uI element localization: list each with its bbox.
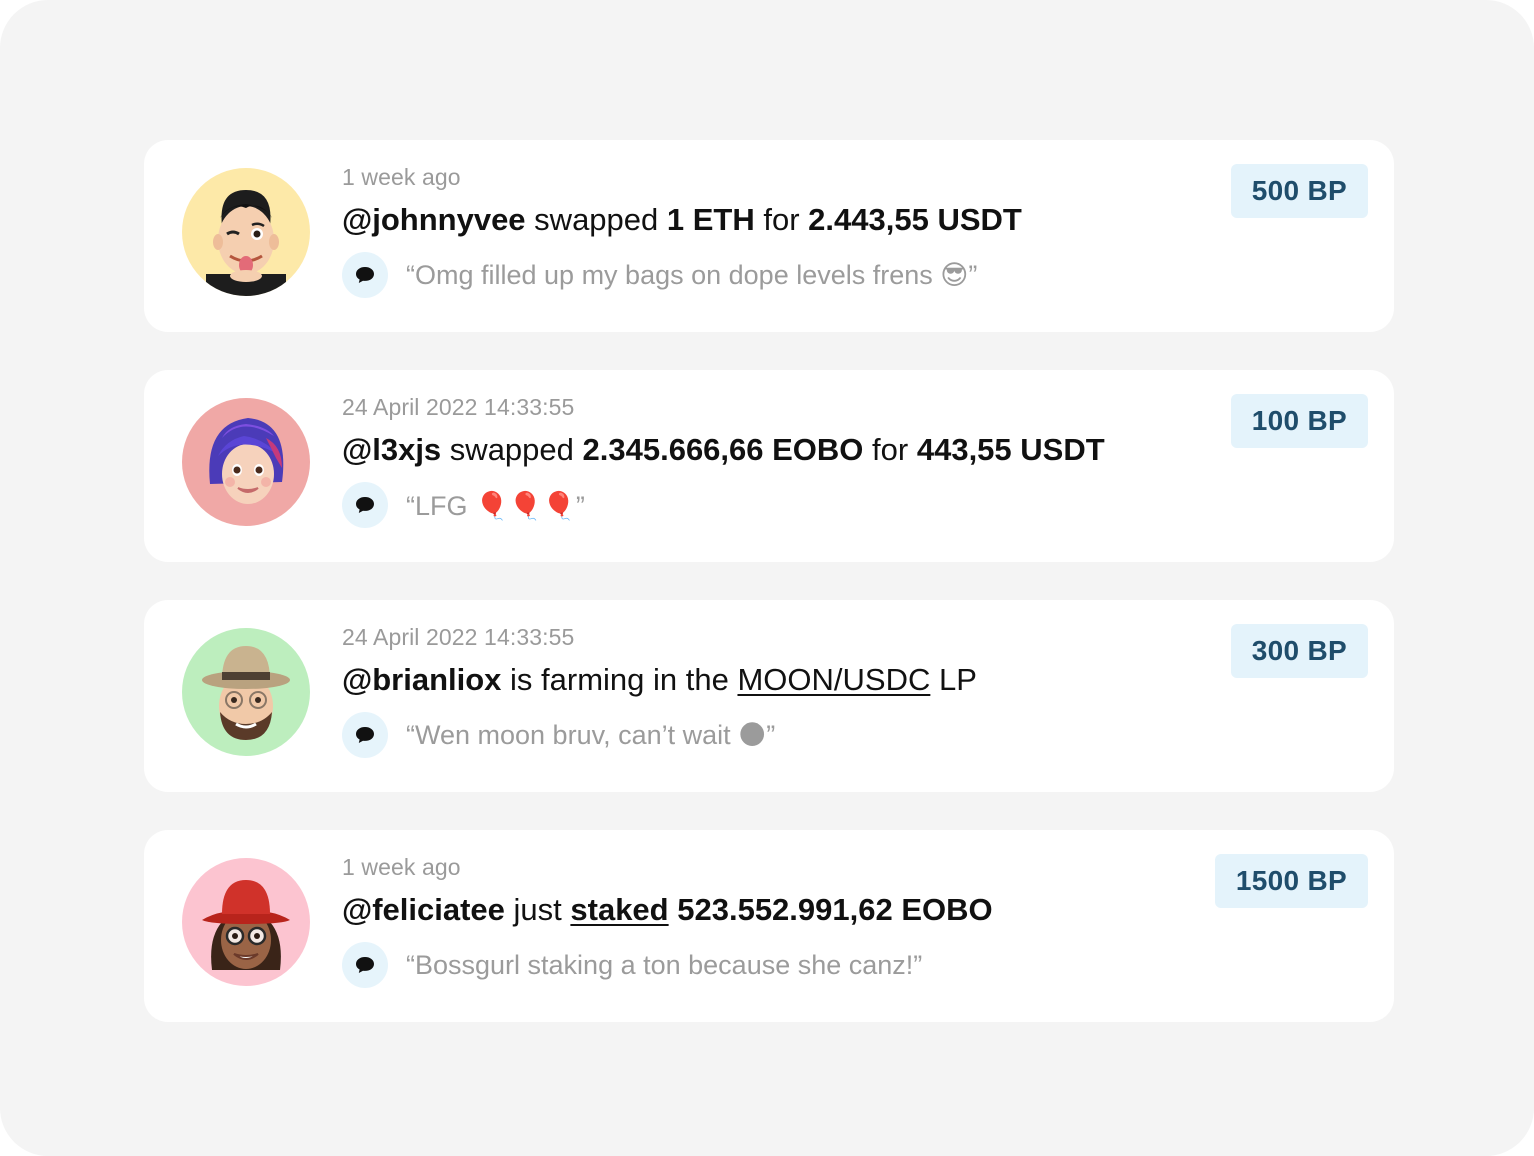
memoji-winking-boy-icon[interactable] <box>182 168 310 296</box>
comment-text: “LFG 🎈🎈🎈” <box>406 491 585 521</box>
memoji-red-hat-woman-icon[interactable] <box>182 858 310 986</box>
activity-headline: @johnnyvee swapped 1 ETH for 2.443,55 US… <box>342 202 1022 238</box>
headline-text: for <box>863 432 917 467</box>
comment-text: “Wen moon bruv, can’t wait 🌑” <box>406 720 776 750</box>
points-badge: 1500 BP <box>1214 854 1368 908</box>
headline-text: is farming in the <box>501 662 738 697</box>
speech-bubble-icon[interactable] <box>342 482 388 528</box>
speech-bubble-icon[interactable] <box>342 712 388 758</box>
amount-text: 523.552.991,62 EOBO <box>668 892 993 927</box>
headline-text: for <box>754 202 809 237</box>
activity-timestamp: 1 week ago <box>342 854 461 880</box>
memoji-blue-hair-girl-icon[interactable] <box>182 398 310 526</box>
activity-card[interactable]: 24 April 2022 14:33:55 @l3xjs swapped 2.… <box>144 370 1394 562</box>
points-badge: 100 BP <box>1230 394 1368 448</box>
headline-text: swapped <box>525 202 667 237</box>
username-link[interactable]: @brianliox <box>342 662 501 697</box>
activity-feed: 1 week ago @johnnyvee swapped 1 ETH for … <box>0 0 1534 1156</box>
speech-bubble-icon[interactable] <box>342 252 388 298</box>
headline-text: LP <box>930 662 977 697</box>
headline-text: swapped <box>441 432 583 467</box>
amount-text: 443,55 USDT <box>916 432 1105 467</box>
activity-card[interactable]: 24 April 2022 14:33:55 @brianliox is far… <box>144 600 1394 792</box>
staked-link[interactable]: staked <box>570 892 668 927</box>
activity-headline: @feliciatee just staked 523.552.991,62 E… <box>342 892 993 928</box>
pool-link[interactable]: MOON/USDC <box>737 662 930 697</box>
amount-text: 2.345.666,66 EOBO <box>582 432 864 467</box>
activity-timestamp: 24 April 2022 14:33:55 <box>342 394 575 420</box>
activity-headline: @l3xjs swapped 2.345.666,66 EOBO for 443… <box>342 432 1105 468</box>
activity-card[interactable]: 1 week ago @feliciatee just staked 523.5… <box>144 830 1394 1022</box>
activity-timestamp: 1 week ago <box>342 164 461 190</box>
points-badge: 300 BP <box>1230 624 1368 678</box>
comment-text: “Bossgurl staking a ton because she canz… <box>406 950 923 980</box>
headline-text: just <box>504 892 571 927</box>
comment-text: “Omg filled up my bags on dope levels fr… <box>406 260 978 290</box>
activity-headline: @brianliox is farming in the MOON/USDC L… <box>342 662 977 698</box>
username-link[interactable]: @johnnyvee <box>342 202 526 237</box>
speech-bubble-icon[interactable] <box>342 942 388 988</box>
username-link[interactable]: @l3xjs <box>342 432 441 467</box>
activity-timestamp: 24 April 2022 14:33:55 <box>342 624 575 650</box>
username-link[interactable]: @feliciatee <box>342 892 505 927</box>
amount-text: 2.443,55 USDT <box>808 202 1022 237</box>
points-badge: 500 BP <box>1230 164 1368 218</box>
amount-text: 1 ETH <box>666 202 755 237</box>
memoji-hat-beard-man-icon[interactable] <box>182 628 310 756</box>
activity-card[interactable]: 1 week ago @johnnyvee swapped 1 ETH for … <box>144 140 1394 332</box>
